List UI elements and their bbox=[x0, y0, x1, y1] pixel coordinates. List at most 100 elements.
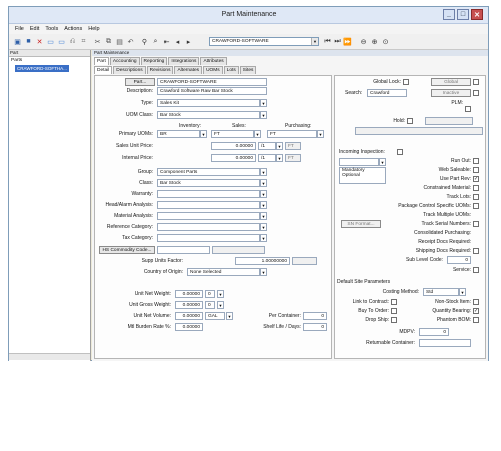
attach-icon[interactable]: ⌗ bbox=[79, 37, 88, 46]
mdpv-field[interactable]: 0 bbox=[419, 328, 449, 336]
chevron-down-icon[interactable]: ▼ bbox=[226, 312, 233, 320]
tab-uoms[interactable]: UOMs bbox=[203, 66, 223, 74]
quantity-bearing-checkbox[interactable]: ✓ bbox=[473, 308, 479, 314]
use-part-rev-checkbox[interactable]: ✓ bbox=[473, 176, 479, 182]
costing-method-field[interactable]: Std bbox=[423, 288, 459, 296]
tab-attributes[interactable]: Attributes bbox=[200, 57, 227, 65]
type-field[interactable]: Sales Kit bbox=[157, 99, 260, 107]
non-stock-item-checkbox[interactable] bbox=[473, 299, 479, 305]
delete-icon[interactable]: ✕ bbox=[35, 37, 44, 46]
undo-arrow-icon[interactable]: ↶ bbox=[126, 37, 135, 46]
material-analysis-field[interactable] bbox=[157, 212, 260, 220]
menu-tools[interactable]: Tools bbox=[45, 26, 58, 32]
internal-price-per[interactable]: /1 bbox=[258, 154, 276, 162]
tab-accounting[interactable]: Accounting bbox=[109, 57, 140, 65]
chevron-down-icon[interactable]: ▼ bbox=[217, 290, 224, 298]
drop-ship-checkbox[interactable] bbox=[391, 317, 397, 323]
primary-purchasing-uom[interactable]: FT bbox=[267, 130, 317, 138]
inspection-combo[interactable] bbox=[339, 158, 379, 166]
web-saleable-checkbox[interactable] bbox=[473, 167, 479, 173]
mtl-burden-field[interactable]: 0.00000 bbox=[175, 323, 203, 331]
chevron-down-icon[interactable]: ▼ bbox=[260, 190, 267, 198]
minimize-icon[interactable]: _ bbox=[443, 9, 455, 20]
tree-root[interactable]: Parts bbox=[11, 58, 22, 63]
unit-net-weight-field[interactable]: 0.00000 bbox=[175, 290, 203, 298]
tab-detail[interactable]: Detail bbox=[94, 66, 113, 74]
service-checkbox[interactable] bbox=[473, 267, 479, 273]
close-icon[interactable]: ✕ bbox=[471, 9, 483, 20]
tab-integrations[interactable]: Integrations bbox=[168, 57, 200, 65]
company-combo[interactable]: CRAWFORD-SOFTWARE ▼ bbox=[209, 37, 319, 46]
inspection-option[interactable]: Optional bbox=[340, 173, 385, 178]
tab-revisions[interactable]: Revisions bbox=[146, 66, 174, 74]
sub-level-code-field[interactable]: 0 bbox=[447, 256, 471, 264]
link-to-contract-checkbox[interactable] bbox=[391, 299, 397, 305]
run-out-checkbox[interactable] bbox=[473, 158, 479, 164]
tab-sites[interactable]: Sites bbox=[239, 66, 257, 74]
unit-net-volume-uom[interactable]: GAL bbox=[205, 312, 225, 320]
chevron-down-icon[interactable]: ▼ bbox=[260, 201, 267, 209]
package-control-checkbox[interactable] bbox=[473, 203, 479, 209]
plm-checkbox[interactable] bbox=[465, 106, 471, 112]
tab-alternates[interactable]: Alternates bbox=[174, 66, 203, 74]
menu-file[interactable]: File bbox=[15, 26, 24, 32]
supp-units-factor-field[interactable]: 1.00000000 bbox=[235, 257, 290, 265]
prev-record-icon[interactable]: ◂ bbox=[173, 37, 182, 46]
global-lock-checkbox[interactable] bbox=[403, 79, 409, 85]
maximize-icon[interactable]: □ bbox=[457, 9, 469, 20]
hold-checkbox[interactable] bbox=[407, 118, 413, 124]
part-field[interactable]: CRAWFORD-SOFTWARE bbox=[157, 78, 267, 86]
next-record-icon[interactable]: ▸ bbox=[184, 37, 193, 46]
copy-icon[interactable]: ⧉ bbox=[104, 37, 113, 46]
search-field[interactable]: Crawford bbox=[367, 89, 407, 97]
chevron-down-icon[interactable]: ▼ bbox=[260, 223, 267, 231]
clear-icon[interactable]: ▭ bbox=[57, 37, 66, 46]
chevron-down-icon[interactable]: ▼ bbox=[276, 154, 283, 162]
group-field[interactable]: Component Parts bbox=[157, 168, 260, 176]
cut-icon[interactable]: ✂ bbox=[93, 37, 102, 46]
unit-gross-weight-field[interactable]: 0.00000 bbox=[175, 301, 203, 309]
head-alarm-field[interactable] bbox=[157, 201, 260, 209]
description-field[interactable]: Crawford Software Raw Bar Stock bbox=[157, 87, 267, 95]
chevron-down-icon[interactable]: ▼ bbox=[260, 268, 267, 276]
chevron-down-icon[interactable]: ▼ bbox=[260, 179, 267, 187]
sales-unit-per[interactable]: /1 bbox=[258, 142, 276, 150]
hs-commodity-code-button[interactable]: HS Commodity Code... bbox=[99, 246, 155, 254]
sales-unit-price-field[interactable]: 0.00000 bbox=[211, 142, 256, 150]
primary-sales-uom[interactable]: FT bbox=[211, 130, 254, 138]
nav-last-icon[interactable]: ⏩ bbox=[343, 37, 352, 46]
chevron-down-icon[interactable]: ▼ bbox=[311, 38, 318, 45]
search-icon[interactable]: ⚲ bbox=[140, 37, 149, 46]
inspection-options-list[interactable]: Mandatory Optional bbox=[339, 167, 386, 184]
tab-part[interactable]: Part bbox=[94, 57, 109, 65]
tab-descriptions[interactable]: Descriptions bbox=[113, 66, 146, 74]
chevron-down-icon[interactable]: ▼ bbox=[260, 99, 267, 107]
primary-inventory-uom[interactable]: BR bbox=[157, 130, 200, 138]
chevron-down-icon[interactable]: ▼ bbox=[260, 111, 267, 119]
find-icon[interactable]: ⌕ bbox=[151, 37, 160, 46]
buy-to-order-checkbox[interactable] bbox=[391, 308, 397, 314]
unit-net-volume-field[interactable]: 0.00000 bbox=[175, 312, 203, 320]
shipping-docs-checkbox[interactable] bbox=[473, 248, 479, 254]
hs-commodity-code-field[interactable] bbox=[157, 246, 210, 254]
menu-edit[interactable]: Edit bbox=[30, 26, 39, 32]
chevron-down-icon[interactable]: ▼ bbox=[260, 212, 267, 220]
tax-category-field[interactable] bbox=[157, 234, 260, 242]
refresh-icon[interactable]: ▭ bbox=[46, 37, 55, 46]
tab-reporting[interactable]: Reporting bbox=[140, 57, 168, 65]
nav-next-icon[interactable]: ⏭ bbox=[333, 37, 342, 46]
inactive-checkbox[interactable] bbox=[473, 90, 479, 96]
part-button[interactable]: Part... bbox=[125, 78, 155, 86]
new-icon[interactable]: ▣ bbox=[13, 37, 22, 46]
chevron-down-icon[interactable]: ▼ bbox=[254, 130, 261, 138]
country-origin-field[interactable]: None Selected bbox=[187, 268, 260, 276]
paste-icon[interactable]: ▤ bbox=[115, 37, 124, 46]
undo-icon[interactable]: ⎌ bbox=[68, 37, 77, 46]
chevron-down-icon[interactable]: ▼ bbox=[276, 142, 283, 150]
global-checkbox[interactable] bbox=[473, 79, 479, 85]
tree-horizontal-scrollbar[interactable] bbox=[9, 353, 90, 360]
chevron-down-icon[interactable]: ▼ bbox=[260, 168, 267, 176]
incoming-inspection-checkbox[interactable] bbox=[397, 149, 403, 155]
menu-help[interactable]: Help bbox=[88, 26, 99, 32]
chevron-down-icon[interactable]: ▼ bbox=[217, 301, 224, 309]
